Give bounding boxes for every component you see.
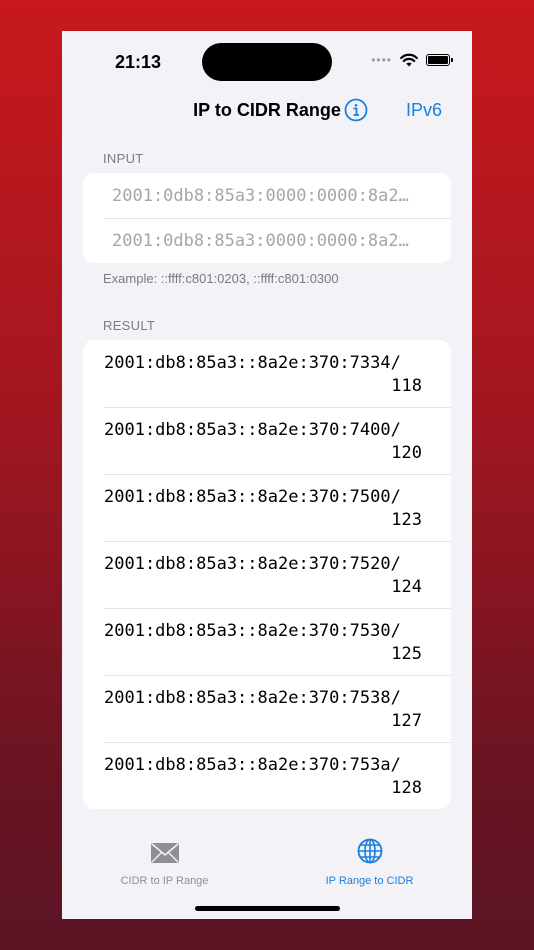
result-row[interactable]: 2001:db8:85a3::8a2e:370:7538/ 127: [83, 675, 451, 742]
result-address: 2001:db8:85a3::8a2e:370:7520/: [104, 554, 401, 574]
result-prefix: 124: [391, 577, 422, 597]
result-address: 2001:db8:85a3::8a2e:370:753a/: [104, 755, 401, 775]
result-row[interactable]: 2001:db8:85a3::8a2e:370:7334/ 118: [83, 340, 451, 407]
result-card: 2001:db8:85a3::8a2e:370:7334/ 118 2001:d…: [83, 340, 451, 809]
ip-version-button[interactable]: IPv6: [406, 100, 442, 121]
result-row[interactable]: 2001:db8:85a3::8a2e:370:7400/ 120: [83, 407, 451, 474]
info-icon[interactable]: [344, 98, 368, 122]
result-address: 2001:db8:85a3::8a2e:370:7334/: [104, 353, 401, 373]
dynamic-island: [202, 43, 332, 81]
tab-cidr-to-ip-range[interactable]: CIDR to IP Range: [62, 831, 267, 887]
cellular-dots-icon: ••••: [371, 53, 392, 67]
phone-screen: 21:13 •••• IP to CIDR Range IPv6 INPUT 2…: [62, 31, 472, 919]
result-prefix: 125: [391, 644, 422, 664]
tab-label: IP Range to CIDR: [325, 875, 414, 887]
end-ip-input[interactable]: 2001:0db8:85a3:0000:0000:8a2…: [83, 218, 451, 263]
wifi-icon: [400, 53, 418, 67]
result-address: 2001:db8:85a3::8a2e:370:7538/: [104, 688, 401, 708]
result-row[interactable]: 2001:db8:85a3::8a2e:370:7500/ 123: [83, 474, 451, 541]
globe-icon: [357, 838, 382, 864]
input-card: 2001:0db8:85a3:0000:0000:8a2… 2001:0db8:…: [83, 173, 451, 263]
result-address: 2001:db8:85a3::8a2e:370:7400/: [104, 420, 401, 440]
status-time: 21:13: [115, 52, 162, 72]
result-row[interactable]: 2001:db8:85a3::8a2e:370:7530/ 125: [83, 608, 451, 675]
result-prefix: 127: [391, 711, 422, 731]
input-section-label: INPUT: [103, 151, 144, 166]
result-prefix: 123: [391, 510, 422, 530]
result-prefix: 120: [391, 443, 422, 463]
input-example-hint: Example: ::ffff:c801:0203, ::ffff:c801:0…: [103, 271, 339, 286]
result-prefix: 118: [391, 376, 422, 396]
result-address: 2001:db8:85a3::8a2e:370:7500/: [104, 487, 401, 507]
tab-label: CIDR to IP Range: [120, 875, 209, 887]
tab-ip-range-to-cidr[interactable]: IP Range to CIDR: [267, 831, 472, 887]
home-indicator[interactable]: [195, 906, 340, 911]
start-ip-input[interactable]: 2001:0db8:85a3:0000:0000:8a2…: [83, 173, 451, 218]
result-row[interactable]: 2001:db8:85a3::8a2e:370:753a/ 128: [83, 742, 451, 809]
status-icons: ••••: [371, 53, 453, 67]
result-row[interactable]: 2001:db8:85a3::8a2e:370:7520/ 124: [83, 541, 451, 608]
result-prefix: 128: [391, 778, 422, 798]
battery-icon: [426, 54, 453, 66]
result-address: 2001:db8:85a3::8a2e:370:7530/: [104, 621, 401, 641]
result-section-label: RESULT: [103, 318, 156, 333]
envelope-icon: [150, 843, 179, 863]
tab-bar: CIDR to IP Range IP Range to CIDR: [62, 831, 472, 891]
